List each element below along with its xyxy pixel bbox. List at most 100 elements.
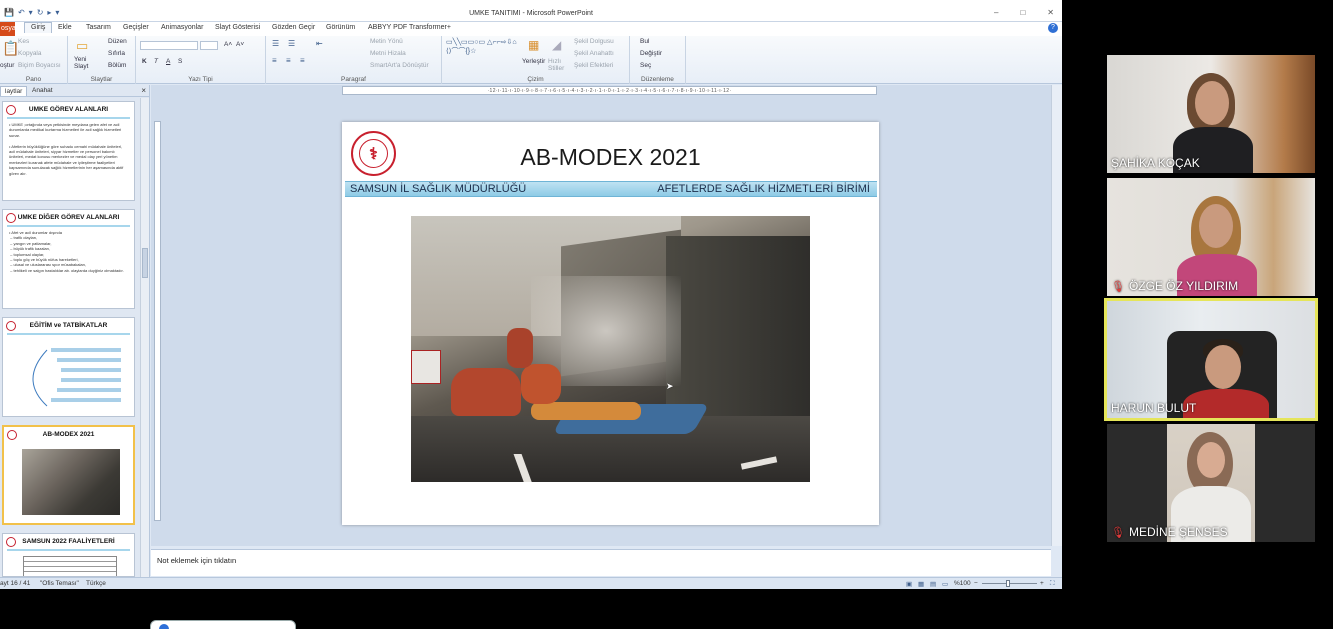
align-center-icon[interactable]: ≡ xyxy=(286,56,291,65)
slideshow-view-icon[interactable]: ▭ xyxy=(942,580,948,588)
paste-label[interactable]: oştur xyxy=(0,62,14,69)
bold-button[interactable]: K xyxy=(142,58,147,65)
rescue-exercise-photo[interactable] xyxy=(411,216,810,482)
shrink-font-button[interactable]: A˅ xyxy=(236,41,244,48)
current-slide[interactable]: ⚕ AB-MODEX 2021 SAMSUN İL SAĞLIK MÜDÜRLÜ… xyxy=(342,122,879,525)
arrange-icon[interactable]: ▦ xyxy=(528,38,539,52)
thumb-title: EĞİTİM ve TATBİKATLAR xyxy=(29,322,108,329)
new-slide-icon[interactable]: ▭ xyxy=(76,38,88,54)
layout-button[interactable]: Düzen xyxy=(108,38,127,45)
shadow-button[interactable]: S xyxy=(178,58,182,65)
tab-design[interactable]: Tasarım xyxy=(86,24,111,31)
tab-abbyy[interactable]: ABBYY PDF Transformer+ xyxy=(368,24,451,31)
section-button[interactable]: Bölüm xyxy=(108,62,126,69)
participant-tile[interactable]: 🎙 ÖZGE ÖZ YILDIRIM xyxy=(1107,178,1315,296)
align-text-button[interactable]: Metni Hizala xyxy=(370,50,406,57)
quick-styles-icon[interactable]: ◢ xyxy=(552,38,561,52)
participant-name: 🎙 MEDİNE ŞENSES xyxy=(1111,525,1228,539)
underline-button[interactable]: A xyxy=(166,58,170,65)
tab-review[interactable]: Gözden Geçir xyxy=(272,24,315,31)
tab-slides[interactable]: laytlar xyxy=(0,86,28,96)
ribbon: 📋 oştur Kes Kopyala Biçim Boyacısı Pano … xyxy=(0,36,1062,84)
slide-thumbnail-15[interactable]: EĞİTİM ve TATBİKATLAR xyxy=(2,317,135,417)
tab-animations[interactable]: Animasyonlar xyxy=(161,24,203,31)
find-button[interactable]: Bul xyxy=(640,38,649,45)
group-label-font: Yazı Tipi xyxy=(188,76,213,83)
normal-view-icon[interactable]: ▣ xyxy=(906,580,912,588)
cut-button[interactable]: Kes xyxy=(18,38,29,45)
group-clipboard: 📋 oştur Kes Kopyala Biçim Boyacısı Pano xyxy=(0,36,68,84)
shape-fill-button[interactable]: Şekil Dolgusu xyxy=(574,38,614,45)
ribbon-tabs: osya Giriş Ekle Tasarım Geçişler Animasy… xyxy=(0,22,1062,36)
numbering-icon[interactable]: ☰ xyxy=(288,39,295,48)
meeting-toolbar-edge[interactable] xyxy=(150,620,296,629)
font-family-select[interactable] xyxy=(140,41,198,50)
tab-outline[interactable]: Anahat xyxy=(28,86,57,95)
participant-name: 🎙 ÖZGE ÖZ YILDIRIM xyxy=(1111,279,1239,293)
copy-button[interactable]: Kopyala xyxy=(18,50,42,57)
notes-pane[interactable]: Not eklemek için tıklatın xyxy=(151,549,1051,576)
participant-face xyxy=(1197,442,1225,478)
new-slide-button[interactable]: Yeni Slayt xyxy=(74,56,96,70)
shape-outline-button[interactable]: Şekil Anahattı xyxy=(574,50,614,57)
quick-styles-button[interactable]: Hızlı Stiller xyxy=(548,58,570,72)
bullets-icon[interactable]: ☰ xyxy=(272,39,279,48)
reading-view-icon[interactable]: ▤ xyxy=(930,580,936,588)
select-button[interactable]: Seç xyxy=(640,62,651,69)
band-left-text[interactable]: SAMSUN İL SAĞLIK MÜDÜRLÜĞÜ xyxy=(350,183,526,195)
reset-button[interactable]: Sıfırla xyxy=(108,50,125,57)
shapes-gallery-icon[interactable]: ▭╲╲▭▭○▭ △⌐⌐⇨⇩⌂ ⟨⟩⌒⌒{}☆ xyxy=(446,38,518,56)
text-direction-button[interactable]: Metin Yönü xyxy=(370,38,403,45)
participant-tile-active-speaker[interactable]: HARUN BULUT xyxy=(1104,298,1318,421)
slide-thumbnail-16[interactable]: AB-MODEX 2021 xyxy=(2,425,135,525)
shape-effects-button[interactable]: Şekil Efektleri xyxy=(574,62,613,69)
notes-placeholder[interactable]: Not eklemek için tıklatın xyxy=(157,556,236,565)
zoom-slider-thumb[interactable] xyxy=(1006,580,1010,587)
close-pane-icon[interactable]: × xyxy=(141,86,146,95)
band-right-text[interactable]: AFETLERDE SAĞLIK HİZMETLERİ BİRİMİ xyxy=(657,183,870,195)
help-icon[interactable]: ? xyxy=(1048,23,1058,33)
convert-smartart-button[interactable]: SmartArt'a Dönüştür xyxy=(370,62,429,69)
slide-thumbnail-13[interactable]: UMKE GÖREV ALANLARI • UMKE ;ortağında ve… xyxy=(2,101,135,201)
tab-home[interactable]: Giriş xyxy=(24,22,53,33)
minimize-button[interactable]: – xyxy=(994,8,998,17)
tab-insert[interactable]: Ekle xyxy=(58,24,72,31)
slide-thumbnail-14[interactable]: UMKE DİĞER GÖREV ALANLARI • Afet ve acil… xyxy=(2,209,135,309)
editor-scrollbar[interactable] xyxy=(1051,85,1062,546)
grow-font-button[interactable]: A˄ xyxy=(224,41,232,48)
pane-scrollbar[interactable] xyxy=(140,98,149,577)
group-label-slides: Slaytlar xyxy=(90,76,113,83)
arrange-button[interactable]: Yerleştir xyxy=(522,58,545,65)
close-button[interactable]: ✕ xyxy=(1047,8,1054,17)
tab-slideshow[interactable]: Slayt Gösterisi xyxy=(215,24,260,31)
pane-scroll-thumb[interactable] xyxy=(142,248,148,278)
slide-thumbnail-17[interactable]: SAMSUN 2022 FAALİYETLERİ xyxy=(2,533,135,577)
group-label-drawing: Çizim xyxy=(527,76,544,83)
indent-icon[interactable]: ⇤ xyxy=(316,39,323,48)
font-size-select[interactable] xyxy=(200,41,218,50)
paste-icon[interactable]: 📋 xyxy=(2,40,19,57)
language-indicator[interactable]: Türkçe xyxy=(86,580,106,587)
photo-victim xyxy=(531,402,641,420)
zoom-in-button[interactable]: + xyxy=(1040,580,1044,587)
participant-tile[interactable]: ŞAHİKA KOÇAK xyxy=(1107,55,1315,173)
align-right-icon[interactable]: ≡ xyxy=(300,56,305,65)
italic-button[interactable]: T xyxy=(154,58,158,65)
zoom-out-button[interactable]: − xyxy=(974,580,978,587)
fit-to-window-icon[interactable]: ⛶ xyxy=(1050,580,1055,588)
tab-transitions[interactable]: Geçişler xyxy=(123,24,149,31)
thumb-band xyxy=(7,117,130,119)
slide-title[interactable]: AB-MODEX 2021 xyxy=(342,144,879,171)
group-drawing: ▭╲╲▭▭○▭ △⌐⌐⇨⇩⌂ ⟨⟩⌒⌒{}☆ ▦ Yerleştir ◢ Hız… xyxy=(442,36,630,84)
tab-view[interactable]: Görünüm xyxy=(326,24,355,31)
maximize-button[interactable]: □ xyxy=(1020,8,1025,17)
participant-tile[interactable]: 🎙 MEDİNE ŞENSES xyxy=(1107,424,1315,542)
theme-name[interactable]: "Ofis Teması" xyxy=(40,580,79,587)
tab-file[interactable]: osya xyxy=(0,22,16,36)
group-font: A˄ A˅ K T A S Yazı Tipi xyxy=(136,36,266,84)
align-left-icon[interactable]: ≡ xyxy=(272,56,277,65)
slide-sorter-icon[interactable]: ▦ xyxy=(918,580,924,588)
format-painter-button[interactable]: Biçim Boyacısı xyxy=(18,62,61,69)
zoom-level[interactable]: %100 xyxy=(954,580,971,587)
replace-button[interactable]: Değiştir xyxy=(640,50,662,57)
